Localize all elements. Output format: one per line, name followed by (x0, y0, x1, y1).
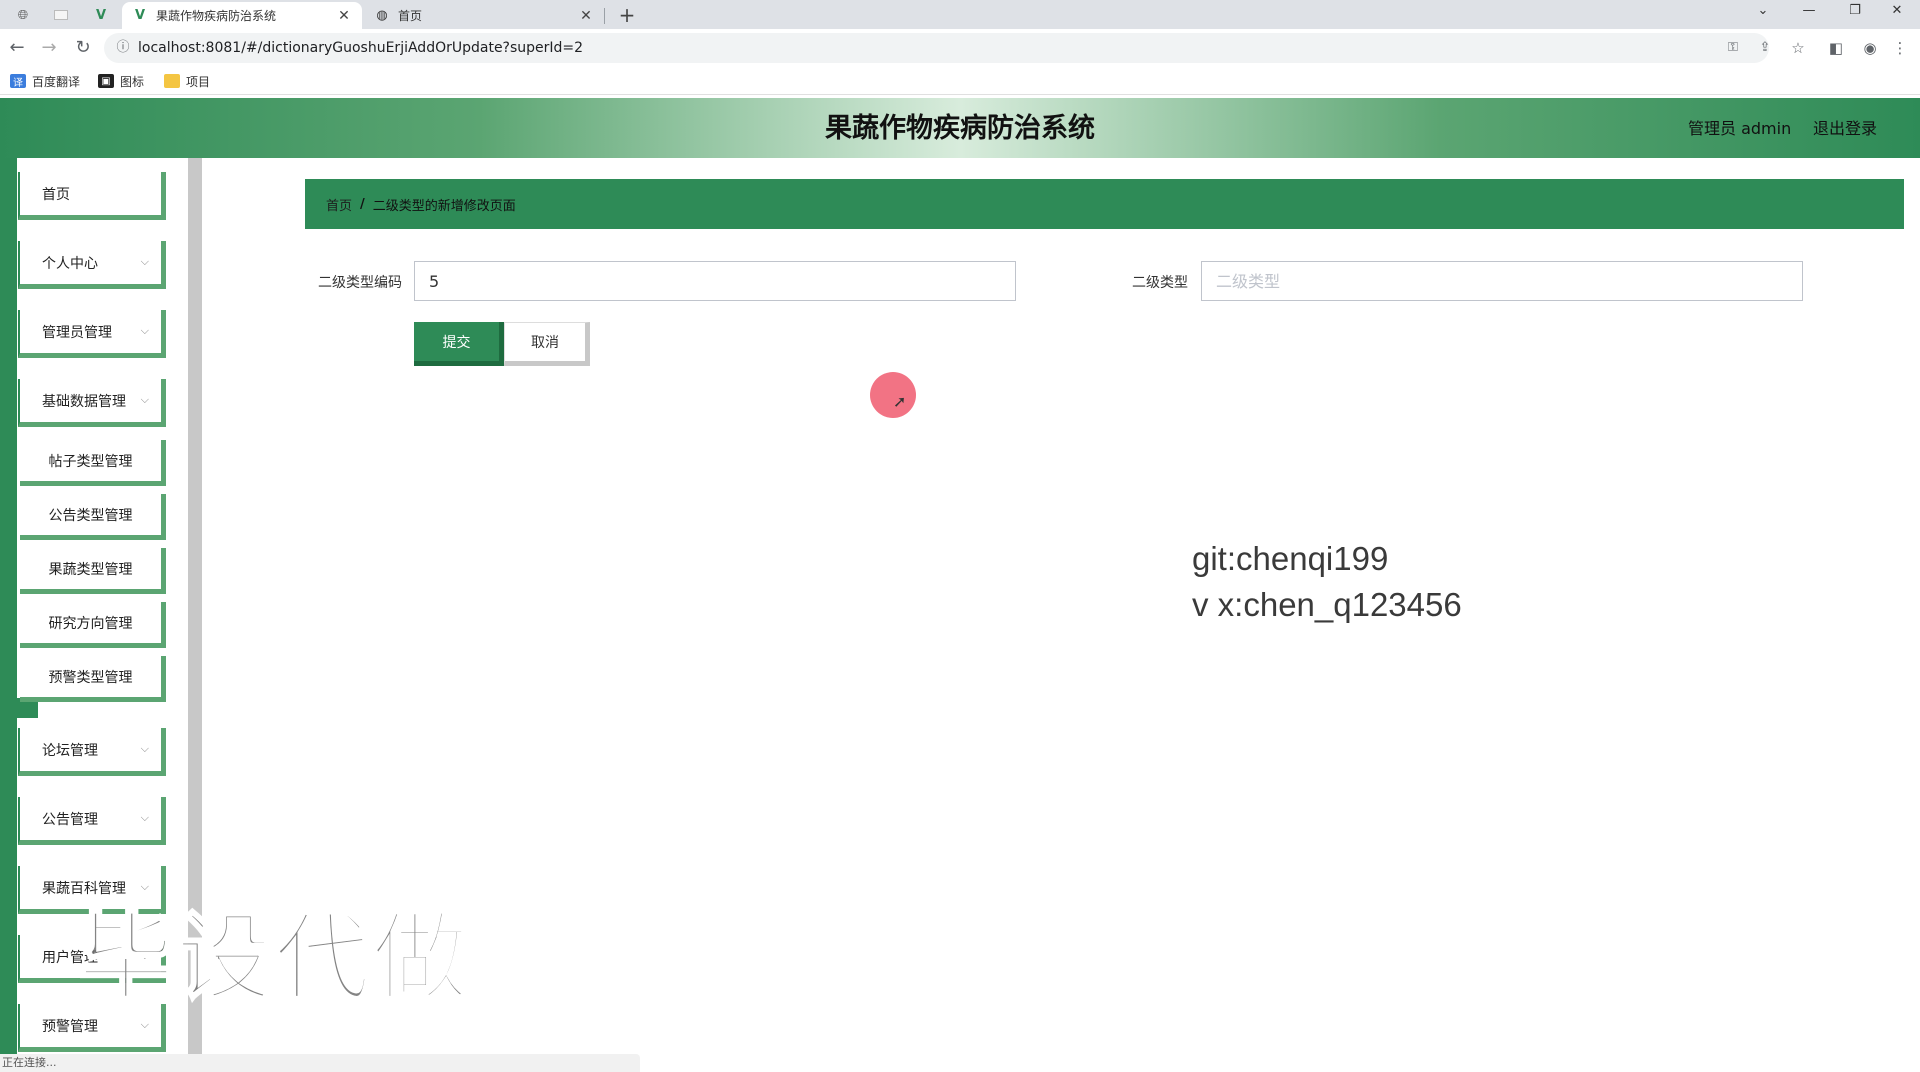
cancel-button[interactable]: 取消 (504, 322, 590, 366)
image-icon: ▣ (98, 74, 114, 88)
bookmark-label: 项目 (186, 74, 211, 89)
watermark-banner: 毕设代做 (77, 901, 470, 1016)
close-icon[interactable]: ✕ (336, 8, 352, 24)
breadcrumb-home[interactable]: 首页 (326, 195, 352, 214)
window-close-icon[interactable]: ✕ (1874, 0, 1920, 24)
share-icon[interactable]: ⇪ (1754, 37, 1776, 59)
sidebar-item-notice[interactable]: 公告管理 ⌵ (18, 797, 166, 845)
address-bar[interactable]: ⓘ localhost:8081/#/dictionaryGuoshuErjiA… (104, 33, 1770, 63)
type-label: 二级类型 (1132, 275, 1188, 291)
sidebar-item-label: 首页 (42, 186, 70, 203)
type-input[interactable] (1201, 261, 1803, 301)
tab-title: 首页 (398, 9, 423, 23)
folder-icon (164, 74, 180, 88)
sidebar-item-base-data[interactable]: 基础数据管理 ⌵ (18, 379, 166, 427)
browser-toolbar: ← → ↻ ⓘ localhost:8081/#/dictionaryGuosh… (0, 29, 1920, 67)
reload-icon[interactable]: ↻ (70, 36, 96, 60)
back-arrow-icon[interactable]: ← (4, 36, 30, 60)
mouse-cursor-icon: ➚ (893, 392, 907, 411)
sidebar-subitem-label: 研究方向管理 (48, 615, 133, 632)
current-user: 管理员 admin (1688, 119, 1792, 138)
app-title: 果蔬作物疾病防治系统 (825, 113, 1095, 144)
code-input[interactable] (414, 261, 1016, 301)
sidebar-item-label: 论坛管理 (42, 742, 98, 759)
bookmarks-bar: 译 百度翻译 ▣ 图标 项目 (0, 67, 1920, 95)
sidebar-item-label: 公告管理 (42, 811, 98, 828)
forward-arrow-icon[interactable]: → (36, 36, 62, 60)
status-bar: 正在连接... (0, 1054, 640, 1072)
chevron-down-icon: ⌵ (140, 393, 149, 406)
info-icon[interactable]: ⓘ (114, 39, 132, 57)
chevron-down-icon: ⌵ (140, 255, 149, 268)
chevron-down-icon: ⌵ (140, 742, 149, 755)
chevron-down-icon: ⌵ (140, 1018, 149, 1031)
close-icon[interactable]: ✕ (578, 8, 594, 24)
sidebar-subitem-warning-type[interactable]: 预警类型管理 (20, 656, 166, 702)
submit-button[interactable]: 提交 (414, 322, 504, 366)
globe-icon[interactable]: 🌐︎ (8, 3, 38, 27)
breadcrumb-separator: / (360, 196, 365, 212)
side-panel-icon[interactable]: ◧ (1824, 37, 1848, 59)
tab-inactive[interactable]: ◍ 首页 ✕ (364, 2, 604, 29)
pinned-tab-icon[interactable] (46, 3, 76, 27)
sidebar-subitem-notice-type[interactable]: 公告类型管理 (20, 494, 166, 540)
sidebar-subitem-label: 果蔬类型管理 (48, 561, 133, 578)
sidebar-subitem-label: 预警类型管理 (48, 669, 133, 686)
app-header: 果蔬作物疾病防治系统 管理员 admin 退出登录 (0, 98, 1920, 158)
new-tab-icon[interactable]: + (614, 2, 640, 28)
bookmark-star-icon[interactable]: ☆ (1786, 37, 1810, 59)
sidebar-subitem-research-type[interactable]: 研究方向管理 (20, 602, 166, 648)
breadcrumb: 首页 / 二级类型的新增修改页面 (305, 179, 1904, 229)
tab-title: 果蔬作物疾病防治系统 (156, 9, 277, 23)
sidebar-item-label: 个人中心 (42, 255, 98, 272)
bookmark-item[interactable]: 项目 (164, 71, 210, 91)
chevron-down-icon: ⌵ (140, 324, 149, 337)
sidebar-item-forum[interactable]: 论坛管理 ⌵ (18, 728, 166, 776)
sidebar-subitem-fruit-type[interactable]: 果蔬类型管理 (20, 548, 166, 594)
sidebar-item-label: 管理员管理 (42, 324, 112, 341)
sidebar-subitem-post-type[interactable]: 帖子类型管理 (20, 440, 166, 486)
breadcrumb-current: 二级类型的新增修改页面 (372, 198, 516, 214)
restore-icon[interactable]: ❐ (1832, 0, 1878, 24)
watermark-git: git:chenqi199 (1192, 540, 1389, 577)
watermark-contact: v x:chen_q123456 (1192, 586, 1462, 623)
bookmark-label: 图标 (120, 74, 145, 89)
translate-icon: 译 (10, 74, 26, 89)
vue-logo-icon[interactable]: V (86, 3, 116, 27)
tab-search-icon[interactable]: ⌄ (1740, 0, 1786, 24)
key-icon[interactable]: ⚿ (1722, 37, 1744, 59)
vue-logo-icon: V (134, 8, 146, 23)
bookmark-item[interactable]: 译 百度翻译 (10, 71, 80, 91)
tab-divider (604, 8, 605, 24)
sidebar-accent-bar (0, 158, 17, 1072)
logout-link[interactable]: 退出登录 (1813, 98, 1877, 160)
sidebar-item-label: 基础数据管理 (42, 393, 126, 410)
globe-icon: ◍ (376, 8, 388, 23)
url-text[interactable]: localhost:8081/#/dictionaryGuoshuErjiAdd… (138, 33, 583, 63)
sidebar-item-admin[interactable]: 管理员管理 ⌵ (18, 310, 166, 358)
bookmark-item[interactable]: ▣ 图标 (98, 71, 144, 91)
sidebar-subitem-label: 公告类型管理 (48, 507, 133, 524)
sidebar-item-profile[interactable]: 个人中心 ⌵ (18, 241, 166, 289)
tab-active[interactable]: V 果蔬作物疾病防治系统 ✕ (122, 2, 362, 29)
sidebar-item-home[interactable]: 首页 (18, 172, 166, 220)
minimize-icon[interactable]: — (1786, 0, 1832, 24)
code-label: 二级类型编码 (318, 275, 402, 291)
menu-dots-icon[interactable]: ⋮ (1888, 37, 1912, 59)
chevron-down-icon: ⌵ (140, 811, 149, 824)
sidebar-subitem-label: 帖子类型管理 (48, 453, 133, 470)
bookmark-label: 百度翻译 (32, 74, 81, 89)
browser-tab-bar: 🌐︎ V V 果蔬作物疾病防治系统 ✕ ◍ 首页 ✕ + ⌄ — ❐ ✕ (0, 0, 1920, 29)
profile-icon[interactable]: ◉ (1858, 37, 1882, 59)
